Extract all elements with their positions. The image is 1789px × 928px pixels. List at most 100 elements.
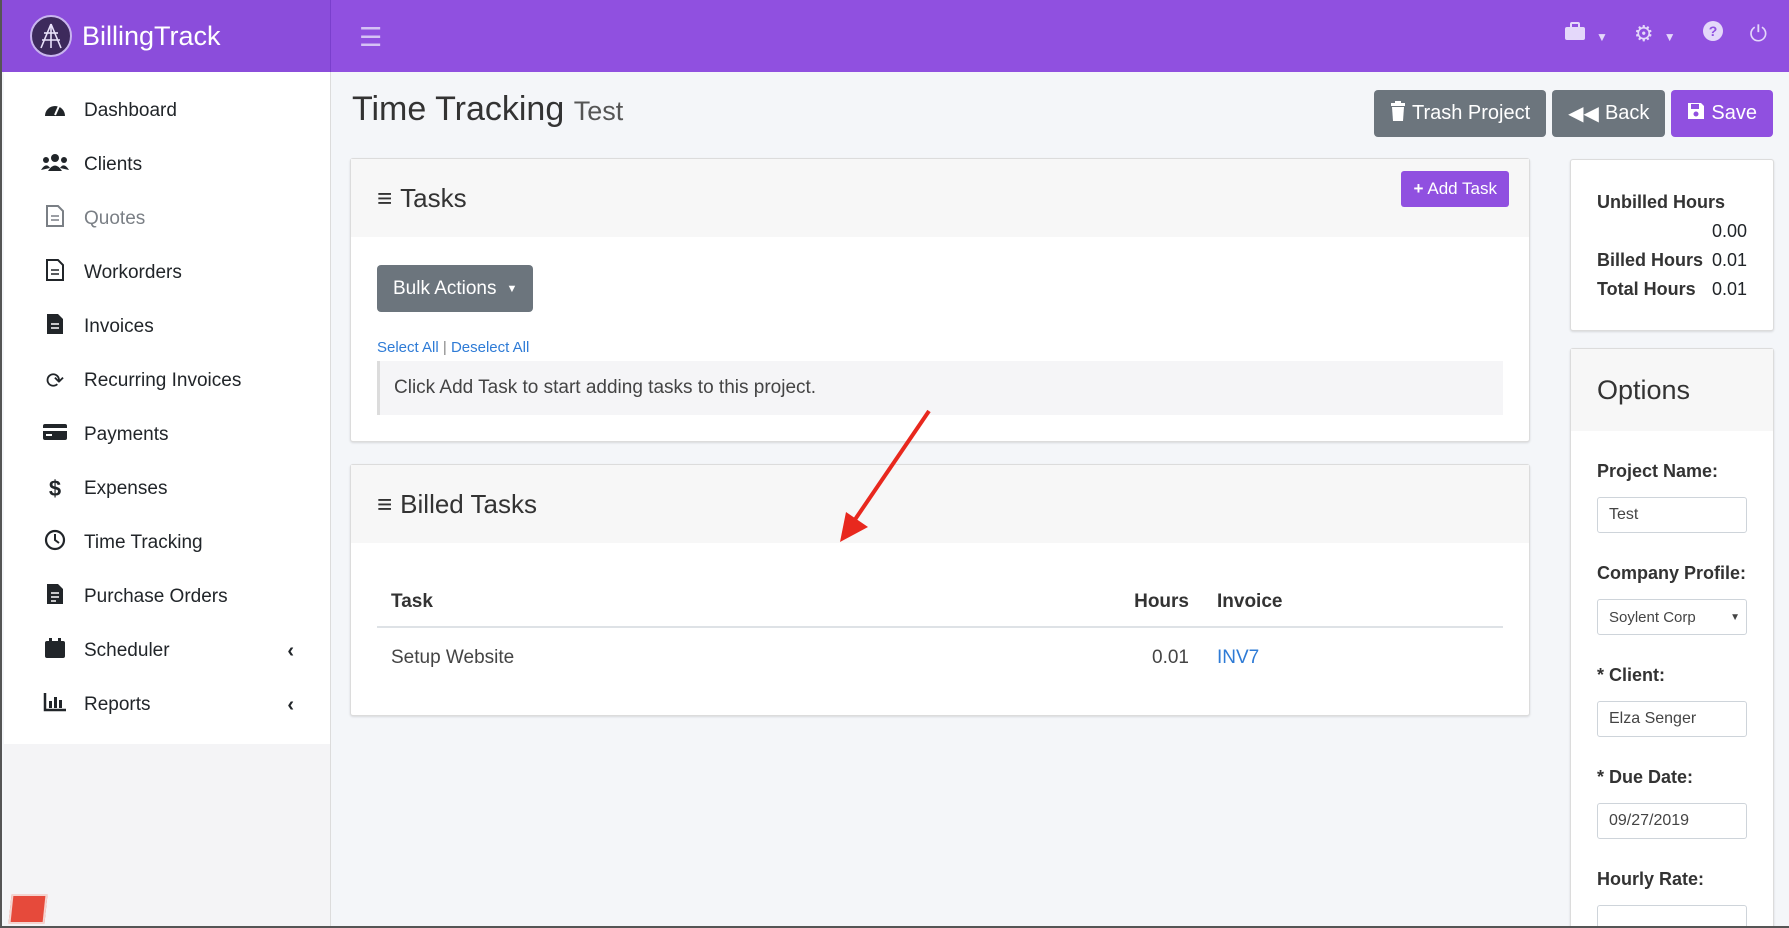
dashboard-icon bbox=[40, 98, 70, 124]
sidebar-item-label: Invoices bbox=[84, 316, 154, 337]
calendar-icon bbox=[40, 637, 70, 665]
sidebar-item-label: Quotes bbox=[84, 208, 146, 229]
hourly-rate-input[interactable] bbox=[1597, 905, 1747, 926]
back-button[interactable]: ◀◀ Back bbox=[1552, 90, 1666, 137]
sidebar-item-payments[interactable]: Payments bbox=[4, 408, 330, 462]
users-icon bbox=[40, 152, 70, 178]
top-navbar: BillingTrack ☰ ▼ ⚙ ▼ ? ⏻ bbox=[2, 0, 1789, 72]
tasks-card-title: Tasks bbox=[400, 182, 467, 213]
sidebar-item-dashboard[interactable]: Dashboard bbox=[4, 84, 330, 138]
sidebar-item-expenses[interactable]: $ Expenses bbox=[4, 462, 330, 516]
save-label: Save bbox=[1711, 102, 1757, 124]
sidebar-item-invoices[interactable]: Invoices bbox=[4, 300, 330, 354]
bulk-actions-dropdown[interactable]: Bulk Actions ▼ bbox=[377, 265, 534, 312]
sidebar-item-label: Scheduler bbox=[84, 640, 170, 661]
sidebar-item-time-tracking[interactable]: Time Tracking bbox=[4, 516, 330, 570]
trash-project-label: Trash Project bbox=[1411, 102, 1531, 124]
empty-tasks-message: Click Add Task to start adding tasks to … bbox=[377, 361, 1503, 415]
sidebar-item-recurring-invoices[interactable]: ⟳ Recurring Invoices bbox=[4, 354, 330, 408]
options-card: Options Project Name: Test Company Profi… bbox=[1570, 348, 1774, 926]
column-header-hours: Hours bbox=[1073, 577, 1203, 628]
hours-summary-card: Unbilled Hours 0.00 Billed Hours 0.01 To… bbox=[1570, 159, 1774, 331]
company-profile-select[interactable]: Soylent Corp ▼ bbox=[1597, 599, 1747, 635]
brand[interactable]: BillingTrack bbox=[2, 0, 331, 72]
file-invoice-icon bbox=[40, 583, 70, 611]
trash-icon bbox=[1390, 100, 1406, 127]
save-button[interactable]: Save bbox=[1671, 90, 1773, 137]
sidebar-item-clients[interactable]: Clients bbox=[4, 138, 330, 192]
bulk-actions-label: Bulk Actions bbox=[393, 277, 497, 299]
billed-hours-label: Billed Hours bbox=[1597, 250, 1704, 270]
task-cell: Setup Website bbox=[391, 646, 515, 668]
select-all-link[interactable]: Select All bbox=[377, 339, 439, 356]
link-separator: | bbox=[442, 339, 447, 356]
sidebar-item-label: Clients bbox=[84, 154, 143, 175]
file-solid-icon bbox=[40, 313, 70, 341]
chevron-down-icon: ▼ bbox=[1730, 611, 1740, 623]
chevron-left-icon[interactable]: ‹ bbox=[287, 640, 294, 663]
sidebar-item-quotes[interactable]: Quotes bbox=[4, 192, 330, 246]
page-title-text: Time Tracking bbox=[352, 90, 565, 128]
options-header: Options bbox=[1571, 349, 1773, 431]
empty-tasks-text: Click Add Task to start adding tasks to … bbox=[394, 377, 817, 398]
client-input[interactable]: Elza Senger bbox=[1597, 701, 1747, 737]
settings-menu[interactable]: ⚙ ▼ bbox=[1634, 21, 1676, 47]
sidebar-item-label: Purchase Orders bbox=[84, 586, 228, 607]
sidebar-item-label: Reports bbox=[84, 694, 151, 715]
sidebar-item-label: Time Tracking bbox=[84, 532, 203, 553]
help-icon[interactable]: ? bbox=[1702, 20, 1724, 48]
briefcase-menu[interactable]: ▼ bbox=[1564, 21, 1608, 47]
gear-icon: ⚙ bbox=[1633, 21, 1654, 46]
total-hours-row: Total Hours 0.01 bbox=[1597, 275, 1747, 304]
unbilled-hours-label: Unbilled Hours bbox=[1597, 192, 1726, 212]
save-icon bbox=[1687, 102, 1705, 126]
deselect-all-link[interactable]: Deselect All bbox=[451, 339, 529, 356]
invoice-link[interactable]: INV7 bbox=[1217, 647, 1259, 668]
total-hours-value: 0.01 bbox=[1711, 279, 1747, 299]
menu-toggle-icon[interactable]: ☰ bbox=[359, 22, 382, 53]
power-icon[interactable]: ⏻ bbox=[1750, 21, 1767, 47]
tasks-card-header: ≡ Tasks + Add Task bbox=[351, 159, 1529, 237]
options-title: Options bbox=[1597, 374, 1691, 405]
billed-tasks-card: ≡ Billed Tasks Task Hours Invoice Setup … bbox=[350, 464, 1530, 716]
sidebar-item-workorders[interactable]: Workorders bbox=[4, 246, 330, 300]
add-task-button[interactable]: + Add Task bbox=[1401, 171, 1509, 207]
table-header-row: Task Hours Invoice bbox=[377, 577, 1503, 628]
chart-icon bbox=[40, 692, 70, 718]
chevron-left-icon[interactable]: ‹ bbox=[287, 694, 294, 717]
clock-icon bbox=[40, 529, 70, 557]
chevron-down-icon: ▼ bbox=[506, 282, 518, 295]
dollar-icon: $ bbox=[48, 476, 62, 501]
billed-hours-value: 0.01 bbox=[1711, 250, 1747, 270]
credit-card-icon bbox=[40, 422, 70, 448]
unbilled-hours-value: 0.00 bbox=[1711, 221, 1747, 241]
back-label: Back bbox=[1604, 102, 1650, 124]
sidebar: Dashboard Clients Quotes Workorders Invo… bbox=[4, 72, 331, 926]
main-content: Time Tracking Test Trash Project ◀◀ Back… bbox=[332, 72, 1789, 926]
brand-name: BillingTrack bbox=[82, 20, 221, 51]
sidebar-item-reports[interactable]: Reports ‹ bbox=[4, 678, 330, 732]
due-date-input[interactable]: 09/27/2019 bbox=[1597, 803, 1747, 839]
company-profile-value: Soylent Corp bbox=[1609, 608, 1696, 626]
tasks-card: ≡ Tasks + Add Task Bulk Actions ▼ Select… bbox=[350, 158, 1530, 442]
hourly-rate-label: Hourly Rate: bbox=[1597, 869, 1705, 889]
due-date-value: 09/27/2019 bbox=[1609, 812, 1690, 829]
client-label: * Client: bbox=[1597, 665, 1666, 685]
page-title: Time Tracking Test bbox=[352, 90, 623, 129]
sidebar-item-label: Workorders bbox=[84, 262, 182, 283]
sidebar-item-purchase-orders[interactable]: Purchase Orders bbox=[4, 570, 330, 624]
sidebar-item-scheduler[interactable]: Scheduler ‹ bbox=[4, 624, 330, 678]
list-icon: ≡ bbox=[377, 182, 393, 213]
billed-tasks-header: ≡ Billed Tasks bbox=[351, 465, 1529, 543]
page-subtitle: Test bbox=[573, 96, 624, 126]
table-row: Setup Website 0.01 INV7 bbox=[377, 627, 1503, 687]
backward-icon: ◀◀ bbox=[1568, 103, 1599, 125]
svg-text:?: ? bbox=[1708, 23, 1717, 39]
trash-project-button[interactable]: Trash Project bbox=[1373, 90, 1547, 137]
sidebar-item-label: Recurring Invoices bbox=[84, 370, 242, 391]
file-text-icon bbox=[40, 259, 70, 287]
sidebar-item-label: Expenses bbox=[84, 478, 168, 499]
sidebar-item-label: Dashboard bbox=[84, 100, 177, 121]
billed-tasks-title: Billed Tasks bbox=[400, 488, 537, 519]
project-name-input[interactable]: Test bbox=[1597, 497, 1747, 533]
